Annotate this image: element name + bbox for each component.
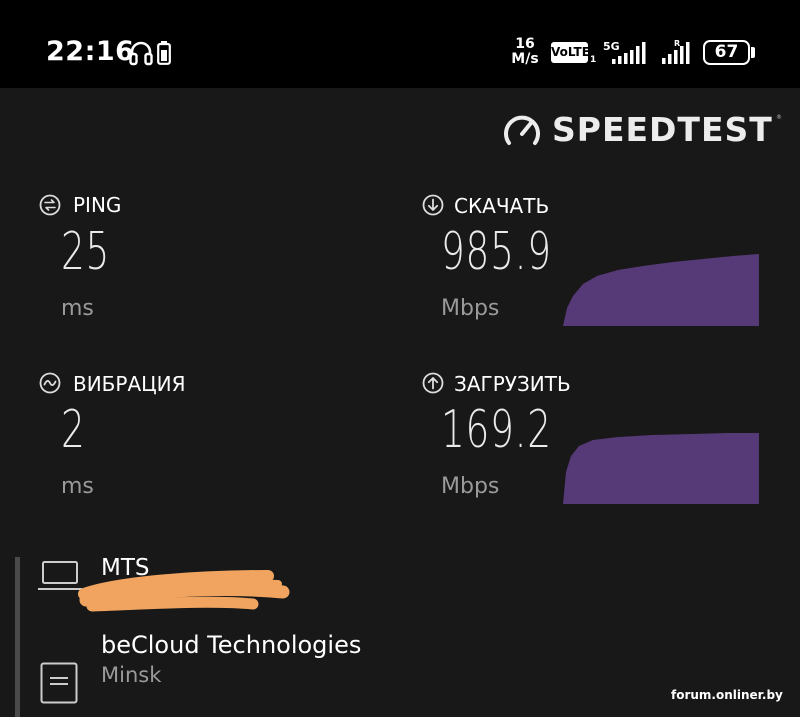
redaction-scribble — [78, 570, 290, 612]
download-value: 985.9 — [441, 222, 552, 282]
ping-unit: ms — [61, 296, 94, 321]
net-speed-unit: M/s — [511, 51, 539, 67]
signal-icon — [662, 42, 690, 64]
net-speed: 16 M/s — [508, 37, 542, 67]
download-label: СКАЧАТЬ — [454, 194, 550, 218]
jitter-wave-icon — [39, 372, 61, 394]
download-graph — [563, 254, 759, 326]
speedometer-icon — [504, 115, 540, 145]
upload-value: 169.2 — [441, 400, 552, 460]
server-name[interactable]: beCloud Technologies — [101, 631, 361, 659]
download-unit: Mbps — [441, 296, 500, 321]
download-arrow-icon — [422, 194, 444, 216]
watermark: forum.onliner.by — [671, 688, 783, 702]
server-city: Minsk — [101, 663, 162, 687]
upload-label: ЗАГРУЗИТЬ — [454, 372, 571, 396]
battery-tip — [751, 47, 755, 58]
ping-label: PING — [73, 193, 122, 217]
phone-battery-icon — [157, 41, 171, 65]
headphones-icon — [129, 41, 153, 66]
ping-value: 25 — [61, 222, 111, 282]
upload-graph — [563, 433, 759, 504]
signal-icon — [612, 42, 646, 64]
ping-icon — [39, 194, 61, 216]
clock: 22:16 — [46, 36, 135, 67]
brand-name: SPEEDTEST — [552, 110, 773, 149]
upload-unit: Mbps — [441, 474, 500, 499]
server-icon — [40, 662, 78, 704]
status-bar: 22:16 16 M/s VoLTE 1 5G R 67 — [0, 0, 800, 88]
jitter-value: 2 — [61, 400, 86, 460]
battery-level: 67 — [714, 42, 739, 62]
volte-badge: VoLTE — [551, 42, 590, 63]
laptop-icon — [38, 561, 82, 590]
registered-mark: ® — [776, 114, 782, 121]
upload-arrow-icon — [422, 372, 444, 394]
result-side-bar — [15, 557, 20, 717]
net-speed-value: 16 — [515, 36, 535, 52]
volte-sim-number: 1 — [590, 55, 597, 65]
jitter-label: ВИБРАЦИЯ — [73, 372, 186, 396]
battery-icon: 67 — [703, 40, 750, 65]
jitter-unit: ms — [61, 474, 94, 499]
